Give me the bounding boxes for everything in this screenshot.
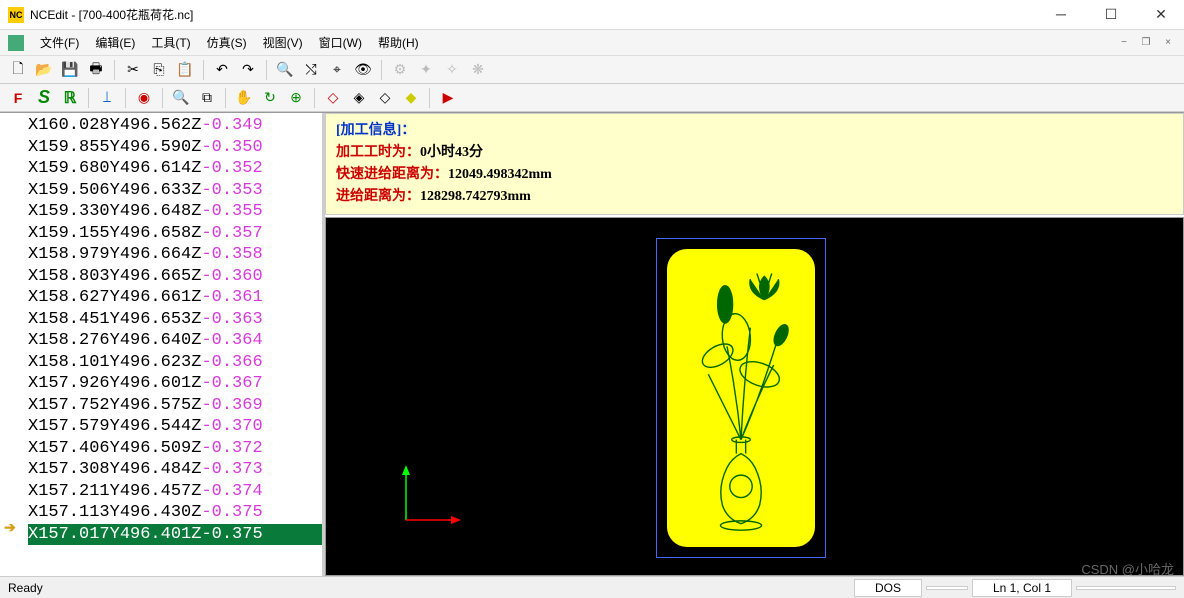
iso3-icon[interactable]: ◇	[373, 87, 397, 109]
menu-view[interactable]: 视图(V)	[255, 34, 311, 51]
tool2-icon[interactable]: ✦	[414, 59, 438, 81]
workpiece-boundary	[656, 238, 826, 558]
doc-icon	[8, 35, 24, 51]
fs-button[interactable]: F	[6, 87, 30, 109]
cut-icon[interactable]: ✂	[121, 59, 145, 81]
iso4-icon[interactable]: ◆	[399, 87, 423, 109]
status-position: Ln 1, Col 1	[972, 579, 1072, 597]
mdi-restore-button[interactable]: ❐	[1138, 37, 1154, 48]
feed-value: 128298.742793mm	[420, 189, 531, 204]
minimize-button[interactable]: ─	[1046, 6, 1076, 23]
pick-tool-icon[interactable]: ⟘	[95, 87, 119, 109]
menu-file[interactable]: 文件(F)	[32, 34, 87, 51]
iso2-icon[interactable]: ◈	[347, 87, 371, 109]
vase-drawing-icon	[671, 253, 811, 533]
menu-sim[interactable]: 仿真(S)	[199, 34, 255, 51]
pan-icon[interactable]: ✋	[232, 87, 256, 109]
preview-pane: [加工信息]： 加工工时为：0小时43分 快速进给距离为：12049.49834…	[325, 113, 1184, 576]
tool3-icon[interactable]: ✧	[440, 59, 464, 81]
app-logo-icon: NC	[8, 7, 24, 23]
menu-help[interactable]: 帮助(H)	[370, 34, 427, 51]
close-button[interactable]: ✕	[1146, 6, 1176, 23]
tool1-icon[interactable]: ⚙	[388, 59, 412, 81]
code-line[interactable]: X157.017Y496.401Z-0.375	[28, 524, 322, 546]
iso1-icon[interactable]: ◇	[321, 87, 345, 109]
save-icon[interactable]: 💾	[58, 59, 82, 81]
code-line[interactable]: X157.211Y496.457Z-0.374	[28, 481, 322, 503]
binoculars-icon[interactable]: 👁	[351, 59, 375, 81]
paste-icon[interactable]: 📋	[173, 59, 197, 81]
window-controls: ─ ☐ ✕	[1046, 6, 1176, 23]
undo-icon[interactable]: ↶	[210, 59, 234, 81]
status-ready: Ready	[8, 581, 850, 595]
menu-window[interactable]: 窗口(W)	[311, 34, 370, 51]
redo-icon[interactable]: ↷	[236, 59, 260, 81]
find-icon[interactable]: 🔍	[273, 59, 297, 81]
mdi-minimize-button[interactable]: −	[1116, 37, 1132, 48]
maximize-button[interactable]: ☐	[1096, 6, 1126, 23]
print-icon[interactable]: 🖶	[84, 59, 108, 81]
code-line[interactable]: X158.979Y496.664Z-0.358	[28, 244, 322, 266]
s-button[interactable]: S	[32, 87, 56, 109]
status-encoding: DOS	[854, 579, 922, 597]
rapid-value: 12049.498342mm	[448, 167, 552, 182]
status-tail	[1076, 586, 1176, 590]
code-line[interactable]: X157.308Y496.484Z-0.373	[28, 459, 322, 481]
code-line[interactable]: X158.276Y496.640Z-0.364	[28, 330, 322, 352]
code-editor[interactable]: ➔ X160.028Y496.562Z-0.349X159.855Y496.59…	[0, 113, 325, 576]
title-bar: NC NCEdit - [700-400花瓶荷花.nc] ─ ☐ ✕	[0, 0, 1184, 30]
code-line[interactable]: X159.680Y496.614Z-0.352	[28, 158, 322, 180]
code-line[interactable]: X158.627Y496.661Z-0.361	[28, 287, 322, 309]
code-line[interactable]: X157.579Y496.544Z-0.370	[28, 416, 322, 438]
fit-icon[interactable]: ⊕	[284, 87, 308, 109]
code-line[interactable]: X159.330Y496.648Z-0.355	[28, 201, 322, 223]
time-value: 0小时43分	[420, 145, 483, 160]
code-line[interactable]: X159.155Y496.658Z-0.357	[28, 223, 322, 245]
current-line-arrow-icon: ➔	[4, 519, 16, 536]
content-area: ➔ X160.028Y496.562Z-0.349X159.855Y496.59…	[0, 112, 1184, 576]
code-line[interactable]: X158.803Y496.665Z-0.360	[28, 266, 322, 288]
standard-toolbar: 🗋 📂 💾 🖶 ✂ ⎘ 📋 ↶ ↷ 🔍 ⤭ ⌖ 👁 ⚙ ✦ ✧ ❋	[0, 56, 1184, 84]
code-line[interactable]: X159.855Y496.590Z-0.350	[28, 137, 322, 159]
play-button[interactable]: ▶	[436, 87, 460, 109]
bookmark-icon[interactable]: ⌖	[325, 59, 349, 81]
tool4-icon[interactable]: ❋	[466, 59, 490, 81]
code-line[interactable]: X157.926Y496.601Z-0.367	[28, 373, 322, 395]
code-line[interactable]: X159.506Y496.633Z-0.353	[28, 180, 322, 202]
window-title: NCEdit - [700-400花瓶荷花.nc]	[30, 6, 1046, 23]
zoom-window-icon[interactable]: ⧉	[195, 87, 219, 109]
view-toolbar: F S ℝ ⟘ ◉ 🔍 ⧉ ✋ ↻ ⊕ ◇ ◈ ◇ ◆ ▶	[0, 84, 1184, 112]
code-line[interactable]: X157.113Y496.430Z-0.375	[28, 502, 322, 524]
rotate-icon[interactable]: ↻	[258, 87, 282, 109]
open-icon[interactable]: 📂	[32, 59, 56, 81]
new-icon[interactable]: 🗋	[6, 59, 30, 81]
watermark: CSDN @小哈龙	[1081, 559, 1174, 578]
fr-button[interactable]: ℝ	[58, 87, 82, 109]
time-label: 加工工时为：	[336, 145, 420, 160]
machining-info: [加工信息]： 加工工时为：0小时43分 快速进给距离为：12049.49834…	[325, 113, 1184, 215]
code-line[interactable]: X158.101Y496.623Z-0.366	[28, 352, 322, 374]
menu-bar: 文件(F) 编辑(E) 工具(T) 仿真(S) 视图(V) 窗口(W) 帮助(H…	[0, 30, 1184, 56]
target-icon[interactable]: ◉	[132, 87, 156, 109]
zoom-icon[interactable]: 🔍	[169, 87, 193, 109]
find-next-icon[interactable]: ⤭	[299, 59, 323, 81]
toolpath-shape	[667, 249, 815, 547]
menu-edit[interactable]: 编辑(E)	[87, 34, 143, 51]
info-header: [加工信息]：	[336, 123, 415, 138]
status-empty	[926, 586, 968, 590]
mdi-controls: − ❐ ×	[1116, 37, 1176, 48]
menu-tool[interactable]: 工具(T)	[143, 34, 198, 51]
mdi-close-button[interactable]: ×	[1160, 37, 1176, 48]
code-line[interactable]: X160.028Y496.562Z-0.349	[28, 115, 322, 137]
copy-icon[interactable]: ⎘	[147, 59, 171, 81]
code-line[interactable]: X157.406Y496.509Z-0.372	[28, 438, 322, 460]
status-bar: Ready DOS Ln 1, Col 1	[0, 576, 1184, 598]
feed-label: 进给距离为：	[336, 189, 420, 204]
code-line[interactable]: X158.451Y496.653Z-0.363	[28, 309, 322, 331]
graphics-viewport[interactable]	[325, 217, 1184, 576]
coordinate-axis-icon	[396, 465, 466, 535]
code-line[interactable]: X157.752Y496.575Z-0.369	[28, 395, 322, 417]
rapid-label: 快速进给距离为：	[336, 167, 448, 182]
